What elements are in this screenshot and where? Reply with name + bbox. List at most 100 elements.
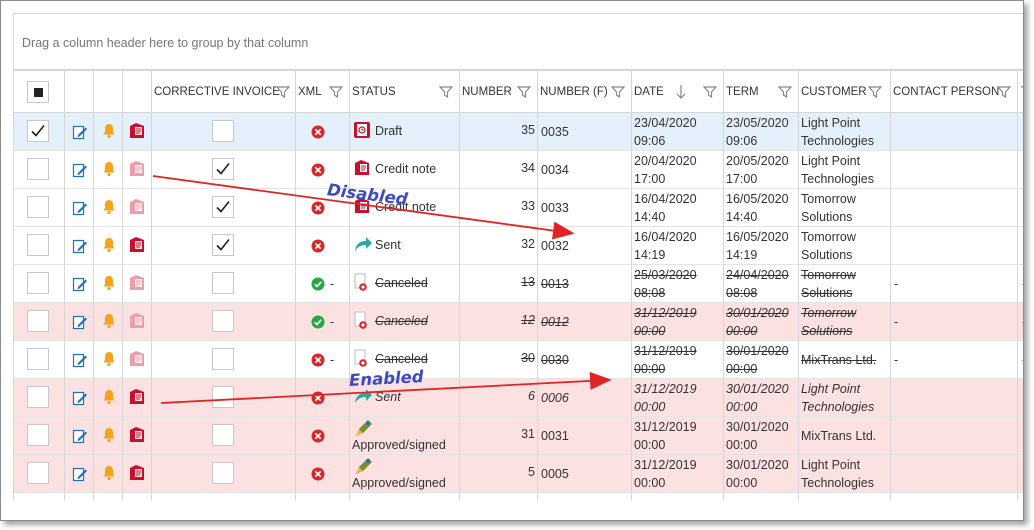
table-row[interactable]: Credit note 33 0033 16/04/2020 14:40 16/05/20… [14, 189, 1023, 227]
bell-icon[interactable] [102, 161, 116, 177]
contact-person-cell: - [894, 353, 899, 367]
corrective-invoice-checkbox[interactable] [212, 386, 234, 408]
number-cell: 31 [521, 427, 535, 441]
column-header-corrective-invoice[interactable]: CORRECTIVE INVOICE [152, 71, 296, 112]
invoice-icon-disabled [128, 350, 146, 368]
column-header-status[interactable]: STATUS [350, 71, 460, 112]
row-select-checkbox[interactable] [27, 272, 49, 294]
corrective-invoice-checkbox[interactable] [212, 158, 234, 180]
filter-icon[interactable] [778, 85, 792, 99]
status-text: Sent [375, 238, 401, 252]
corrective-invoice-checkbox[interactable] [212, 310, 234, 332]
edit-icon[interactable] [72, 238, 88, 254]
term-cell-time: 08:08 [726, 286, 758, 300]
edit-icon[interactable] [72, 390, 88, 406]
bell-icon[interactable] [102, 389, 116, 405]
customer-cell-line1: Light Point [801, 458, 861, 472]
row-select-checkbox[interactable] [27, 310, 49, 332]
row-select-checkbox[interactable] [27, 234, 49, 256]
number-f-cell: 0033 [541, 201, 569, 215]
term-cell-time: 14:19 [726, 248, 758, 262]
filter-icon[interactable] [276, 85, 290, 99]
filter-icon[interactable] [439, 85, 453, 99]
invoice-icon-enabled[interactable] [128, 426, 146, 444]
table-row[interactable]: Sent 6 0006 31/12/2019 00:00 30/01/2020 00:00 L… [14, 379, 1023, 417]
corrective-invoice-checkbox[interactable] [212, 424, 234, 446]
bell-icon[interactable] [102, 237, 116, 253]
filter-icon[interactable] [703, 85, 717, 99]
table-row[interactable]: Sent 32 0032 16/04/2020 14:19 16/05/2020 14:19… [14, 227, 1023, 265]
column-header-date[interactable]: DATE [632, 71, 724, 112]
column-header-customer[interactable]: CUSTOMER [799, 71, 891, 112]
bell-icon[interactable] [102, 199, 116, 215]
bell-icon[interactable] [102, 351, 116, 367]
edit-icon[interactable] [72, 428, 88, 444]
column-header-number-f[interactable]: NUMBER (F) [538, 71, 632, 112]
invoice-icon-enabled[interactable] [128, 464, 146, 482]
column-label: CORRECTIVE INVOICE [154, 86, 280, 98]
edit-icon[interactable] [72, 314, 88, 330]
corrective-invoice-checkbox[interactable] [212, 120, 234, 142]
term-cell-date: 16/05/2020 [726, 230, 789, 244]
filter-icon[interactable] [611, 85, 625, 99]
bell-icon[interactable] [102, 123, 116, 139]
term-cell-time: 09:06 [726, 134, 758, 148]
row-select-checkbox[interactable] [27, 120, 49, 142]
row-select-checkbox[interactable] [27, 386, 49, 408]
edit-icon[interactable] [72, 276, 88, 292]
status-text: Credit note [375, 162, 437, 176]
sent-arrow-icon [353, 387, 373, 405]
corrective-invoice-checkbox[interactable] [212, 234, 234, 256]
corrective-invoice-checkbox[interactable] [212, 272, 234, 294]
table-row[interactable]: - Canceled 30 0030 31/12/2019 00:00 30/01/2020… [14, 341, 1023, 379]
column-label: NUMBER (F) [540, 86, 608, 98]
table-row[interactable]: - Canceled 12 0012 31/12/2019 00:00 30/01/2020… [14, 303, 1023, 341]
column-header-next[interactable]: T [1018, 71, 1023, 112]
filter-icon[interactable] [997, 85, 1011, 99]
column-header-xml[interactable]: XML [296, 71, 350, 112]
row-select-checkbox[interactable] [27, 462, 49, 484]
contact-person-cell: - [894, 277, 899, 291]
corrective-invoice-checkbox[interactable] [212, 462, 234, 484]
table-row[interactable]: Approved/signed 5 0005 31/12/2019 00:00 30/01… [14, 455, 1023, 493]
filter-icon[interactable] [517, 85, 531, 99]
row-select-checkbox[interactable] [27, 158, 49, 180]
column-label: STATUS [352, 86, 396, 98]
xml-error-icon [311, 353, 325, 367]
row-select-checkbox[interactable] [27, 196, 49, 218]
bell-icon[interactable] [102, 313, 116, 329]
bell-icon[interactable] [102, 465, 116, 481]
corrective-invoice-checkbox[interactable] [212, 196, 234, 218]
edit-icon[interactable] [72, 352, 88, 368]
column-header-term[interactable]: TERM [724, 71, 799, 112]
edit-icon[interactable] [72, 466, 88, 482]
column-label: T [1021, 86, 1023, 98]
table-row[interactable]: Credit note 34 0034 20/04/2020 17:00 20/05/20… [14, 151, 1023, 189]
invoice-icon-enabled[interactable] [128, 388, 146, 406]
canceled-icon [353, 349, 369, 369]
row-select-checkbox[interactable] [27, 424, 49, 446]
date-cell-time: 00:00 [634, 438, 666, 452]
invoice-icon-disabled [128, 274, 146, 292]
invoice-icon-enabled[interactable] [128, 236, 146, 254]
table-row[interactable]: Draft 35 0035 23/04/2020 09:06 23/05/2020 09:0… [14, 113, 1023, 151]
select-all-header[interactable] [14, 71, 65, 112]
filter-icon[interactable] [329, 85, 343, 99]
sort-descending-icon[interactable] [676, 84, 686, 100]
table-row[interactable]: Approved/signed 31 0031 31/12/2019 00:00 30/0… [14, 417, 1023, 455]
bell-icon[interactable] [102, 427, 116, 443]
edit-icon[interactable] [72, 124, 88, 140]
row-select-checkbox[interactable] [27, 348, 49, 370]
column-header-contact-person[interactable]: CONTACT PERSON [891, 71, 1018, 112]
edit-icon[interactable] [72, 200, 88, 216]
term-cell-date: 20/05/2020 [726, 154, 789, 168]
column-header-number[interactable]: NUMBER [460, 71, 538, 112]
corrective-invoice-checkbox[interactable] [212, 348, 234, 370]
edit-icon[interactable] [72, 162, 88, 178]
invoice-icon-enabled[interactable] [128, 122, 146, 140]
table-row[interactable]: - Canceled 13 0013 25/03/2020 08:08 24/04/2020… [14, 265, 1023, 303]
select-all-checkbox[interactable] [27, 81, 49, 103]
filter-icon[interactable] [868, 85, 882, 99]
bell-icon[interactable] [102, 275, 116, 291]
group-by-panel[interactable]: Drag a column header here to group by th… [13, 13, 1023, 70]
